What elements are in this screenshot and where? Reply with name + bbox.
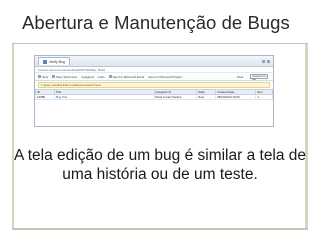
cell-rev: 1: [255, 94, 273, 100]
excel-icon: [108, 75, 112, 78]
view-select[interactable]: Assigned to me: [250, 74, 268, 81]
cell-created: 08/10/2010 10:00: [215, 94, 257, 100]
slide-title: Abertura e Manutenção de Bugs: [22, 12, 290, 33]
results-grid: ID Title Assigned To State Created Date …: [35, 89, 273, 100]
cell-title[interactable]: Bug Title: [53, 94, 155, 100]
bug-screenshot: Verify Bug Tecnico test.corp.com/toolbar…: [34, 55, 274, 127]
toolbar-assigned[interactable]: Assigned: [81, 75, 93, 79]
info-bar: 1 Query contains links to advanced searc…: [38, 82, 270, 88]
close-icon[interactable]: [267, 59, 270, 63]
save-icon: [52, 75, 56, 78]
tab-verify-bug[interactable]: Verify Bug: [38, 57, 70, 65]
new-icon: [38, 75, 41, 78]
left-border: [12, 44, 14, 230]
view-label: View:: [236, 74, 244, 79]
bottom-border: [12, 228, 308, 230]
minimize-icon[interactable]: [262, 59, 265, 63]
toolbar: New Save Work Item Assigned Links Send t…: [35, 73, 273, 81]
cell-state: New: [196, 94, 217, 100]
slide-caption: A tela edição de um bug é similar a tela…: [13, 147, 307, 183]
work-item-icon: [43, 59, 47, 64]
cell-assigned: Rosa Cortez Santos: [153, 94, 198, 100]
path-text: Tecnico test.corp.com/toolbar[SOFTWARE] …: [38, 67, 105, 72]
toolbar-save[interactable]: Save Work Item: [56, 75, 77, 79]
toolbar-new[interactable]: New: [42, 75, 48, 79]
tab-strip: Verify Bug: [35, 56, 273, 67]
cell-id: 13685: [35, 94, 55, 100]
toolbar-excel[interactable]: Send to Microsoft Excel: [113, 75, 145, 79]
table-row[interactable]: 13685 Bug Title Rosa Cortez Santos New 0…: [35, 94, 273, 100]
tab-label: Verify Bug: [49, 59, 65, 64]
toolbar-project[interactable]: Open in Microsoft Project: [148, 75, 182, 79]
right-border: [305, 44, 308, 230]
title-divider: [12, 43, 308, 44]
toolbar-links[interactable]: Links: [98, 75, 105, 79]
